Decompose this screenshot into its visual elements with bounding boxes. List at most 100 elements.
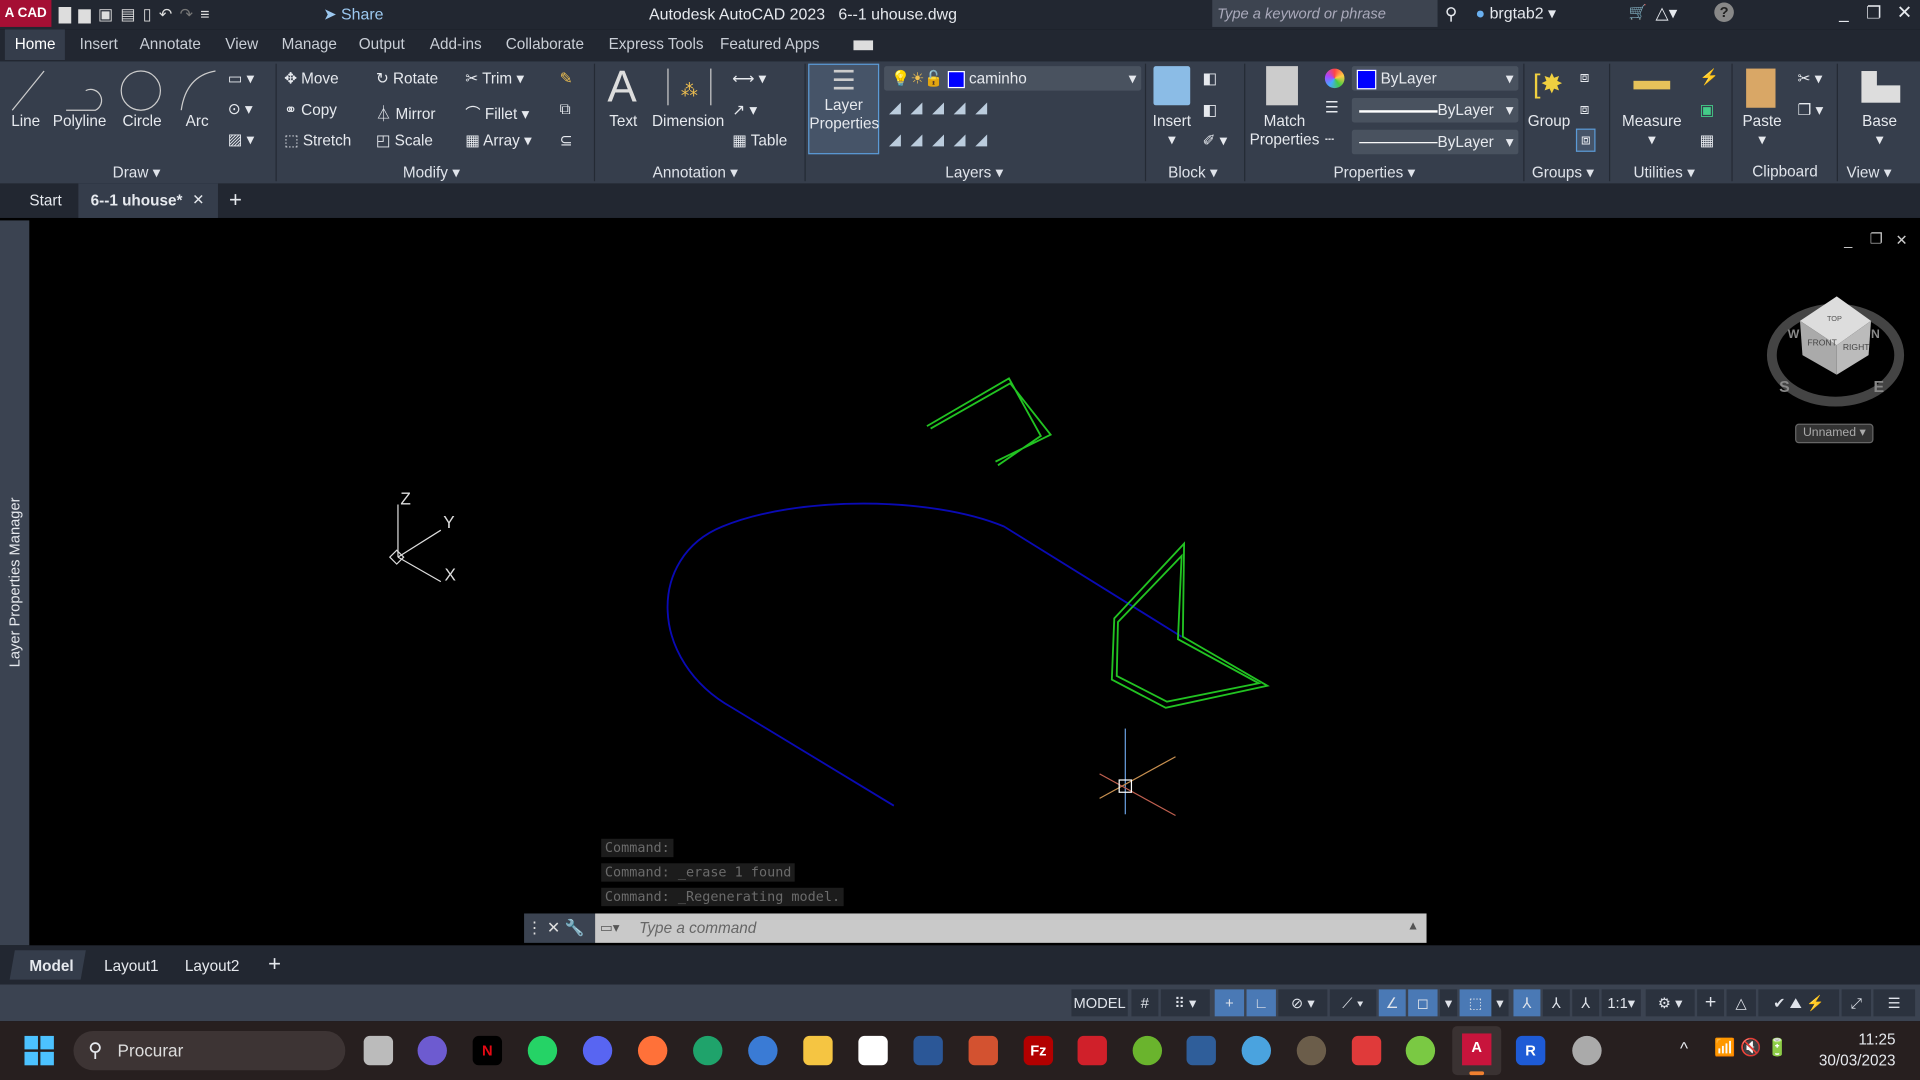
quick-select-icon[interactable]: ⚡	[1700, 69, 1719, 87]
create-block-icon[interactable]: ◧	[1202, 69, 1216, 87]
dimension-button[interactable]: Dimension	[649, 113, 727, 131]
tab-insert[interactable]: Insert	[80, 36, 118, 53]
group-selection-icon[interactable]: ⧈	[1575, 128, 1596, 152]
paste-button[interactable]: Paste ▾	[1739, 113, 1786, 150]
tab-view[interactable]: View	[225, 36, 258, 53]
redo-icon[interactable]: ↷	[180, 5, 201, 23]
user-account[interactable]: ● brgtab2 ▾	[1476, 4, 1556, 24]
layer-properties-button[interactable]: ☰ Layer Properties	[808, 63, 880, 155]
drawing-canvas[interactable]: _ ❐ ✕ Z Y X TOP FRONT RIGHT S E W N Unna…	[29, 220, 1920, 946]
view-panel-label[interactable]: View ▾	[1847, 163, 1892, 181]
fillet-button[interactable]: ⌒ Fillet ▾	[465, 100, 529, 123]
model-space-button[interactable]: MODEL	[1071, 989, 1128, 1017]
viewcube[interactable]: TOP FRONT RIGHT S E W N	[1766, 296, 1905, 407]
autodesk-app-icon[interactable]: △▾	[1656, 2, 1678, 23]
layers-panel-label[interactable]: Layers ▾	[945, 163, 1003, 181]
whatsapp-icon[interactable]	[527, 1035, 558, 1066]
revit-icon[interactable]: R	[1515, 1035, 1546, 1066]
explode-icon[interactable]: ⧉	[560, 100, 571, 118]
select-all-icon[interactable]: ▣	[1700, 100, 1714, 119]
tab-collaborate[interactable]: Collaborate	[506, 36, 584, 53]
discord-icon[interactable]	[582, 1035, 613, 1066]
base-button[interactable]: Base ▾	[1854, 113, 1905, 150]
close-command-line-icon[interactable]: ✕	[547, 918, 560, 936]
show-hidden-icons[interactable]: ^	[1680, 1038, 1688, 1058]
undo-icon[interactable]: ↶	[159, 5, 180, 23]
linear-dimension-icon[interactable]: ⟷ ▾	[732, 69, 766, 87]
move-button[interactable]: ✥ Move	[284, 69, 339, 87]
isodraft-icon[interactable]: ⟋ ▾	[1329, 989, 1377, 1017]
customize-wrench-icon[interactable]: 🔧	[565, 918, 585, 936]
drag-handle[interactable]: ⋮	[527, 918, 543, 936]
powerpoint-icon[interactable]	[968, 1035, 998, 1066]
erase-icon[interactable]: ✎	[560, 69, 573, 87]
file-explorer-icon[interactable]	[803, 1035, 833, 1066]
tab-output[interactable]: Output	[359, 36, 405, 53]
ortho-icon[interactable]: ∟	[1246, 989, 1276, 1017]
object-snap-icon[interactable]: ◻	[1408, 989, 1438, 1017]
rotate-button[interactable]: ↻ Rotate	[376, 69, 438, 87]
copy-button[interactable]: ⚭ Copy	[284, 100, 337, 119]
libreoffice-icon[interactable]	[858, 1035, 888, 1066]
tab-add-ins[interactable]: Add-ins	[430, 36, 482, 53]
layer-tools-row2[interactable]: ◢◢◢◢◢	[889, 130, 997, 148]
linetype-dropdown[interactable]: ByLayer ▾	[1351, 129, 1519, 155]
tab-model[interactable]: Model	[29, 958, 73, 975]
scale-button[interactable]: ◰ Scale	[376, 131, 433, 149]
properties-panel-label[interactable]: Properties ▾	[1333, 163, 1415, 181]
layer-dropdown[interactable]: 💡☀🔓 caminho ▾	[884, 66, 1142, 91]
restore-button[interactable]: ❐	[1866, 2, 1881, 23]
snap-icon[interactable]: ⠿ ▾	[1160, 989, 1210, 1017]
measure-button[interactable]: Measure ▾	[1619, 113, 1685, 150]
new-tab-button[interactable]: +	[229, 187, 242, 213]
gimp-icon[interactable]	[1296, 1035, 1327, 1066]
3d-osnap-icon[interactable]: ⬚	[1459, 989, 1492, 1017]
tab-featured-apps[interactable]: Featured Apps	[720, 36, 820, 53]
tab-annotate[interactable]: Annotate	[140, 36, 201, 53]
qgis-icon[interactable]	[1132, 1035, 1163, 1066]
tab-layout2[interactable]: Layout2	[185, 958, 239, 975]
grid-icon[interactable]: #	[1131, 989, 1159, 1017]
rectangle-icon[interactable]: ▭ ▾	[228, 69, 254, 87]
viewport-controls[interactable]: _ ❐ ✕	[1843, 232, 1908, 249]
edge-icon[interactable]	[693, 1035, 723, 1066]
command-input[interactable]: ▭▾ Type a command ▲	[595, 913, 1427, 943]
annotation-panel-label[interactable]: Annotation ▾	[653, 163, 738, 181]
group-edit-icon[interactable]: ⧈	[1580, 100, 1590, 118]
system-tray-icons[interactable]: 📶 🔇 🔋	[1714, 1037, 1788, 1058]
cut-icon[interactable]: ✂ ▾	[1798, 69, 1823, 87]
cart-icon[interactable]: 🛒	[1629, 4, 1647, 21]
ribbon-minimize-toggle[interactable]	[853, 40, 874, 51]
offset-icon[interactable]: ⊆	[560, 131, 573, 149]
share-button[interactable]: ➤ Share	[323, 5, 383, 25]
auto-scale-icon[interactable]: ⅄	[1542, 989, 1570, 1017]
customization-menu-icon[interactable]: ☰	[1873, 989, 1916, 1017]
search-input[interactable]: Type a keyword or phrase	[1212, 0, 1438, 27]
draw-panel-label[interactable]: Draw ▾	[113, 163, 161, 181]
save-icon[interactable]: ▣	[98, 5, 120, 23]
filezilla-icon[interactable]: Fz	[1023, 1035, 1054, 1066]
tab-home[interactable]: Home	[4, 29, 66, 61]
layer-properties-palette[interactable]: Layer Properties Manager	[0, 220, 30, 946]
thunderbird-icon[interactable]	[748, 1035, 778, 1066]
annotation-scale-dropdown[interactable]: 1:1▾	[1601, 989, 1641, 1017]
autocad-taskbar-button[interactable]: A	[1452, 1026, 1502, 1076]
tab-express-tools[interactable]: Express Tools	[609, 36, 704, 53]
ungroup-icon[interactable]: ⧈	[1580, 69, 1590, 87]
layer-tools-row1[interactable]: ◢◢◢◢◢	[889, 98, 997, 116]
new-icon[interactable]: ▇	[59, 5, 79, 23]
dynamic-input-icon[interactable]: +	[1214, 989, 1245, 1017]
windows-start-icon[interactable]	[24, 1035, 54, 1066]
annotation-monitor-icon[interactable]: +	[1697, 989, 1725, 1017]
plot-icon[interactable]: ▤	[120, 5, 142, 23]
fullscreen-icon[interactable]: ⤢	[1841, 989, 1872, 1017]
osnap-dropdown[interactable]: ▾	[1440, 989, 1458, 1017]
annotation-scale-icon[interactable]: ⅄	[1572, 989, 1600, 1017]
workspace-gear-icon[interactable]: ⚙ ▾	[1645, 989, 1695, 1017]
new-layout-button[interactable]: +	[268, 951, 281, 977]
stretch-button[interactable]: ⬚ Stretch	[284, 131, 351, 149]
teams-chat-icon[interactable]	[417, 1035, 447, 1066]
hatch-icon[interactable]: ⊙ ▾	[228, 99, 253, 117]
color-dropdown[interactable]: ByLayer ▾	[1351, 66, 1519, 91]
polar-tracking-icon[interactable]: ⊘ ▾	[1278, 989, 1328, 1017]
